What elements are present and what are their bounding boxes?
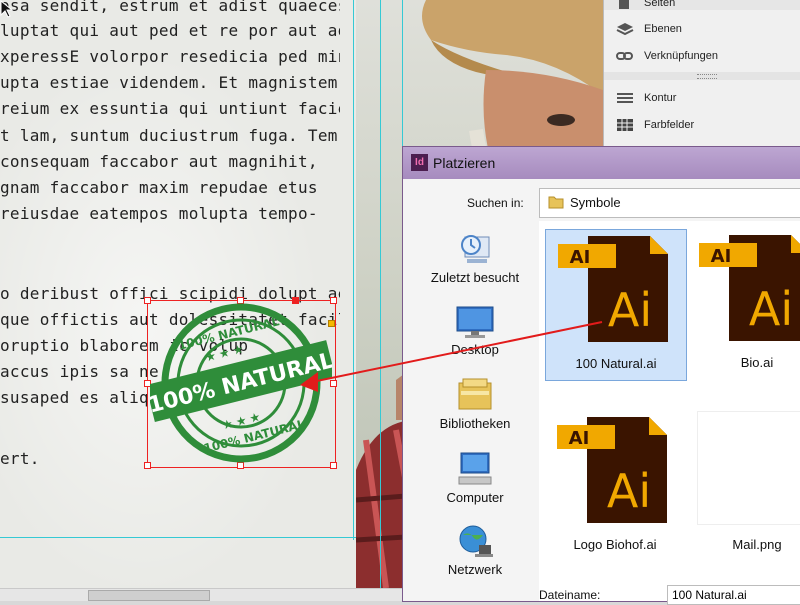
drag-arrow <box>300 321 603 392</box>
horizontal-scrollbar[interactable] <box>0 588 402 601</box>
mouse-cursor-icon <box>0 0 14 18</box>
scrollbar-thumb[interactable] <box>88 590 210 601</box>
